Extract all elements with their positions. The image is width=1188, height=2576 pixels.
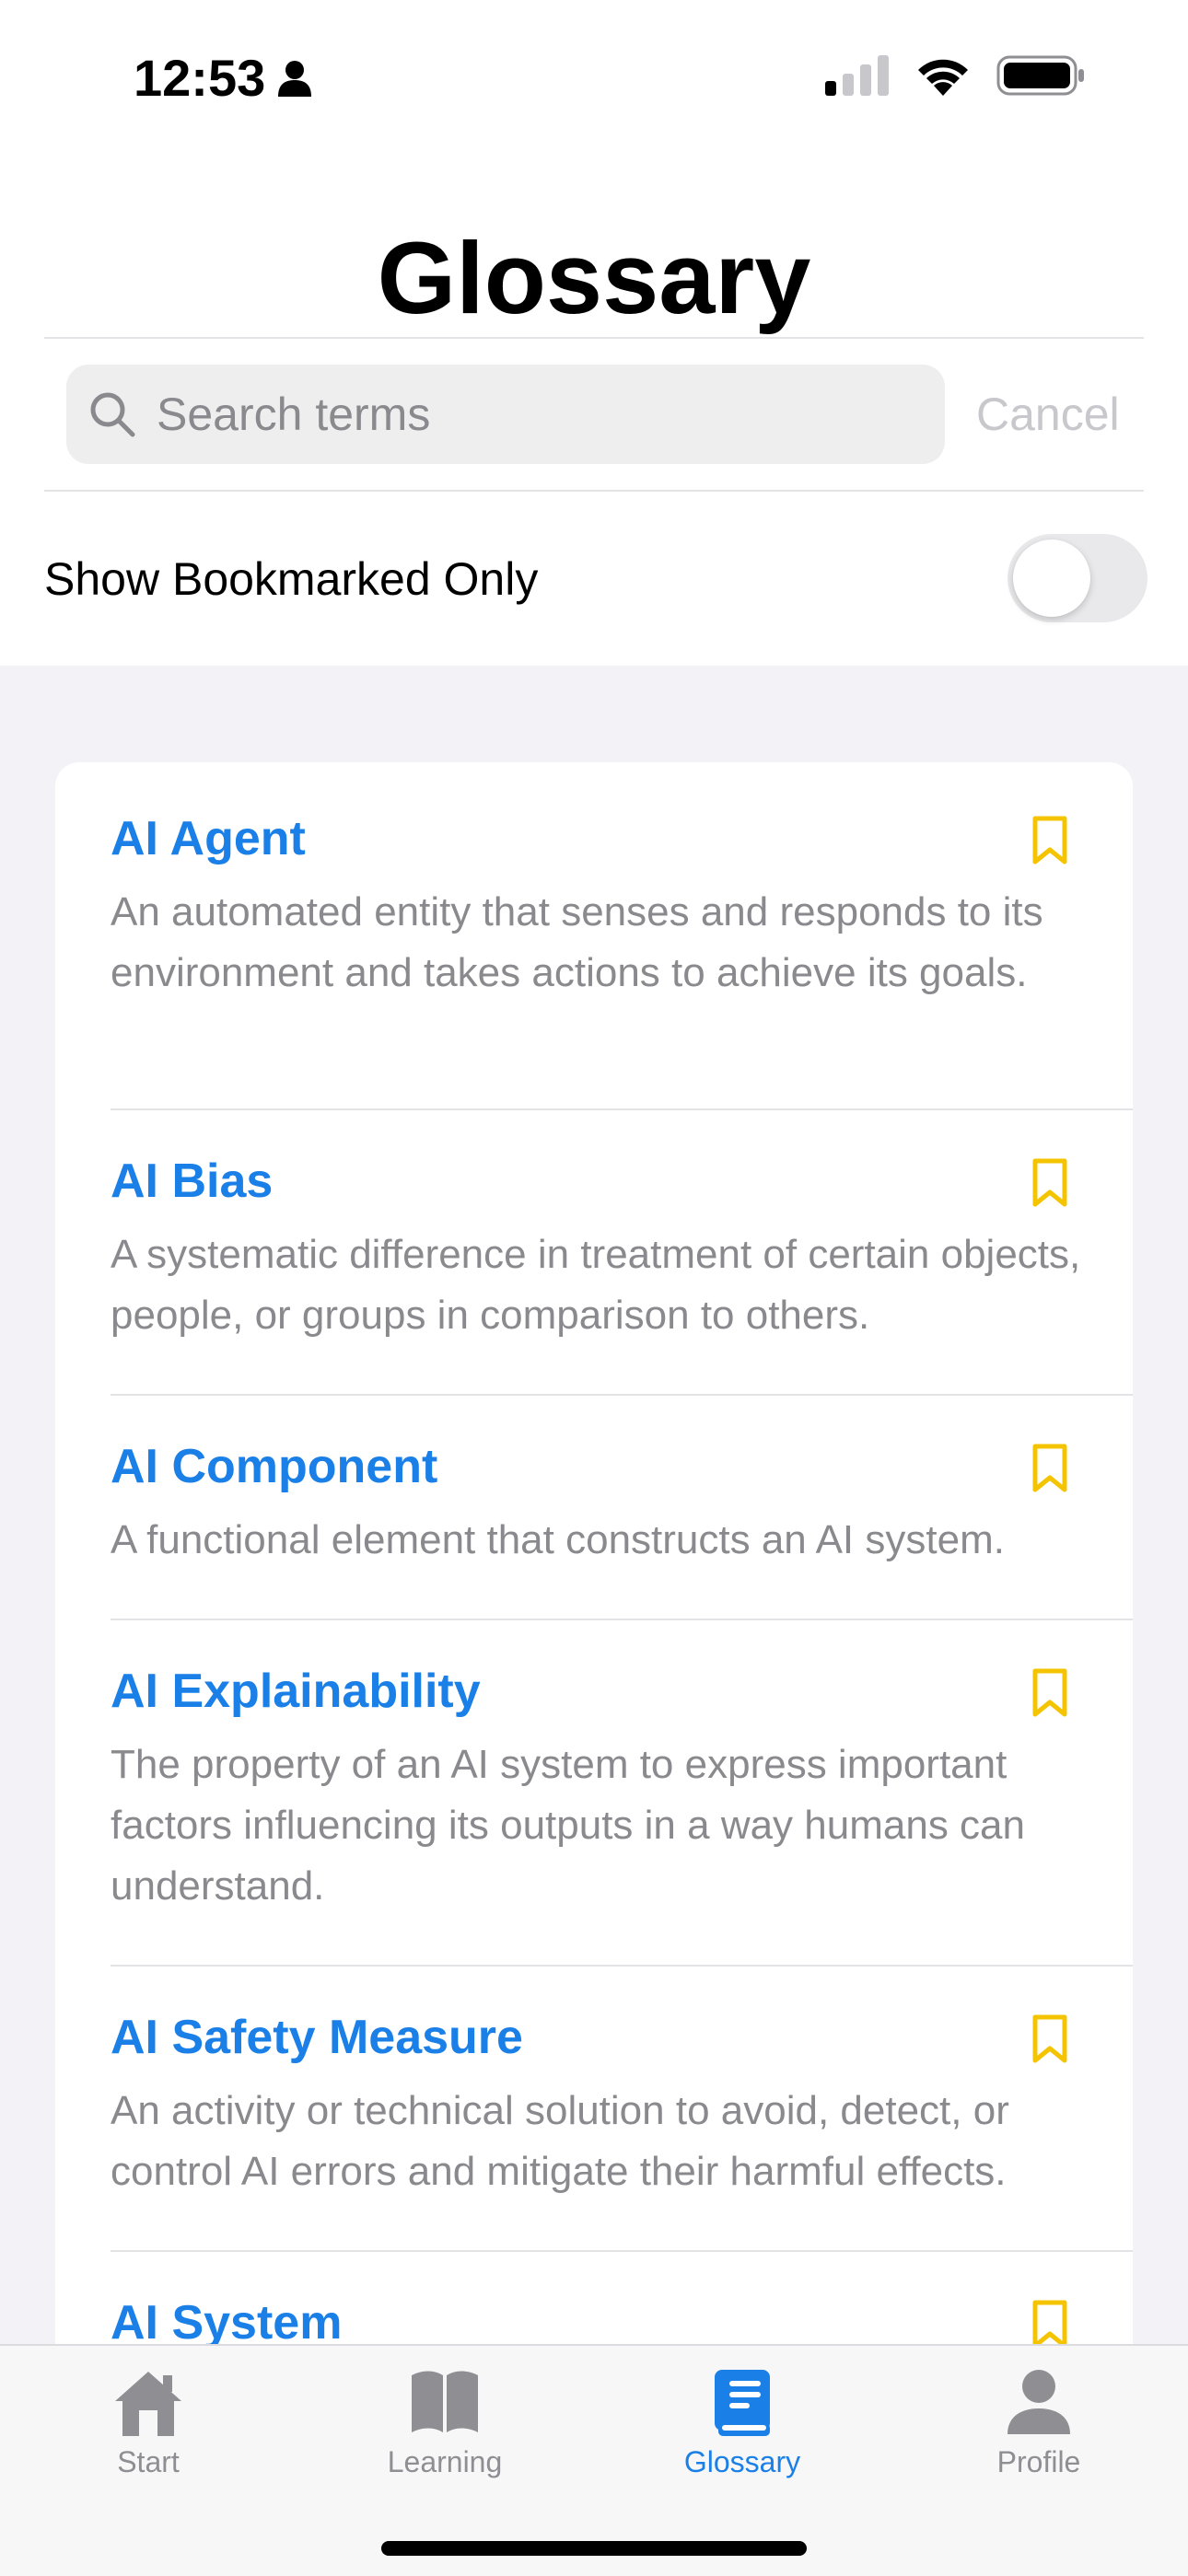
- home-indicator: [381, 2541, 807, 2556]
- separator: [111, 1965, 1133, 1967]
- separator: [111, 1394, 1133, 1396]
- term-definition: A systematic difference in treatment of …: [111, 1232, 1081, 1338]
- term-definition: An activity or technical solution to avo…: [111, 2088, 1009, 2194]
- wifi-icon: [918, 59, 968, 96]
- term-title: AI Bias: [111, 1155, 274, 1208]
- tab-learning[interactable]: Learning: [334, 2346, 555, 2493]
- tab-label: Learning: [387, 2445, 503, 2478]
- status-indicators: [825, 55, 1085, 96]
- separator: [111, 2250, 1133, 2252]
- separator: [111, 1619, 1133, 1620]
- search-bar[interactable]: [66, 365, 945, 464]
- bookmark-icon[interactable]: [1031, 1444, 1068, 1493]
- glossary-list: AI Agent An automated entity that senses…: [55, 762, 1133, 2419]
- separator: [111, 1108, 1133, 1110]
- tab-label: Start: [117, 2445, 180, 2478]
- bookmark-icon[interactable]: [1031, 2300, 1068, 2350]
- divider: [44, 490, 1144, 492]
- search-input[interactable]: [157, 388, 912, 441]
- tab-label: Glossary: [683, 2445, 801, 2478]
- search-icon: [90, 392, 135, 437]
- tab-start[interactable]: Start: [38, 2346, 259, 2493]
- bookmark-icon[interactable]: [1031, 1158, 1068, 1208]
- term-title: AI Explainability: [111, 1665, 481, 1718]
- cellular-signal-icon: [825, 55, 889, 96]
- bookmarked-only-toggle[interactable]: [1007, 534, 1147, 622]
- divider: [44, 337, 1144, 339]
- term-title: AI Component: [111, 1440, 438, 1493]
- term-definition: An automated entity that senses and resp…: [111, 889, 1043, 995]
- term-title: AI Agent: [111, 812, 306, 865]
- bookmarked-filter-label: Show Bookmarked Only: [44, 553, 539, 605]
- status-time: 12:53: [134, 48, 312, 108]
- tab-profile[interactable]: Profile: [928, 2346, 1149, 2493]
- person-icon: [1007, 2370, 1070, 2434]
- page-title: Glossary: [377, 222, 811, 335]
- term-definition: A functional element that constructs an …: [111, 1517, 1005, 1562]
- bookmark-icon[interactable]: [1031, 2014, 1068, 2064]
- house-icon: [115, 2372, 181, 2436]
- term-title: AI Safety Measure: [111, 2011, 523, 2064]
- tab-glossary[interactable]: Glossary: [632, 2346, 853, 2493]
- person-icon: [278, 60, 312, 97]
- book-icon: [715, 2370, 770, 2436]
- battery-icon: [996, 55, 1084, 96]
- cancel-button[interactable]: Cancel: [976, 387, 1120, 442]
- tab-label: Profile: [996, 2445, 1081, 2478]
- bookmark-icon[interactable]: [1031, 1668, 1068, 1718]
- term-title: AI System: [111, 2296, 343, 2350]
- toggle-knob: [1013, 540, 1090, 617]
- status-time-text: 12:53: [134, 49, 266, 107]
- bookmark-icon[interactable]: [1031, 816, 1068, 865]
- book-open-icon: [412, 2371, 478, 2432]
- term-definition: The property of an AI system to express …: [111, 1742, 1025, 1909]
